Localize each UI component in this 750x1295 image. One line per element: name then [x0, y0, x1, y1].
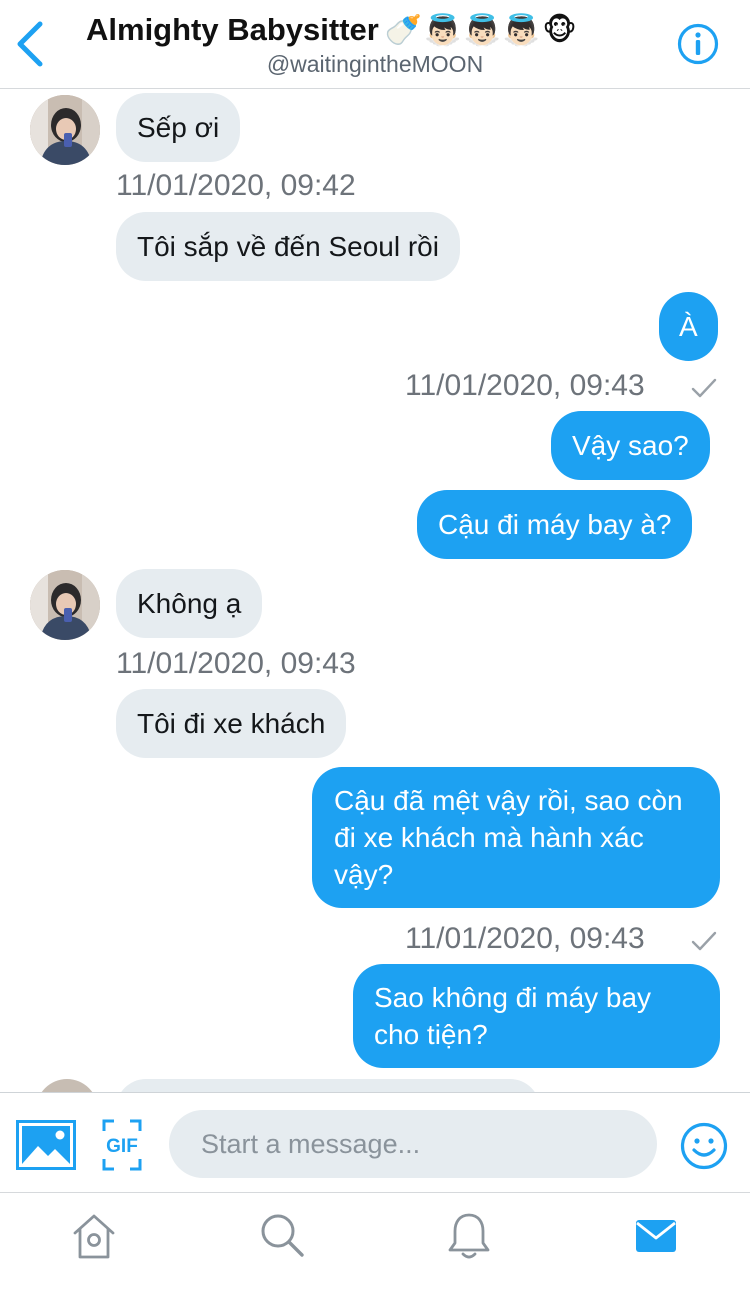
- message-bubble-outgoing[interactable]: Cậu đã mệt vậy rồi, sao còn đi xe khách …: [312, 767, 720, 908]
- message-composer: GIF: [0, 1092, 750, 1193]
- message-bubble-outgoing[interactable]: Cậu đi máy bay à?: [417, 490, 693, 559]
- message-timestamp: 11/01/2020, 09:43: [405, 922, 645, 955]
- svg-text:GIF: GIF: [106, 1136, 138, 1157]
- conversation-title: Almighty Babysitter 🍼👼🏻👼🏻👼🏻🐵: [86, 10, 666, 50]
- bottom-navigation: [0, 1192, 750, 1295]
- message-bubble-incoming[interactable]: Không ạ: [116, 569, 263, 638]
- image-icon: [16, 1120, 76, 1170]
- tab-notifications[interactable]: [445, 1211, 493, 1261]
- message-bubble-incoming[interactable]: [116, 1079, 540, 1092]
- check-icon: [691, 931, 717, 951]
- avatar[interactable]: [30, 570, 100, 640]
- conversation-header: Almighty Babysitter 🍼👼🏻👼🏻👼🏻🐵 @waitinginth…: [0, 0, 750, 89]
- message-bubble-outgoing[interactable]: À: [659, 292, 718, 361]
- search-icon: [261, 1214, 304, 1257]
- avatar[interactable]: [36, 1079, 98, 1092]
- check-icon: [691, 378, 717, 398]
- message-bubble-incoming[interactable]: Tôi sắp về đến Seoul rồi: [116, 212, 460, 281]
- message-timestamp: 11/01/2020, 09:43: [116, 647, 356, 680]
- avatar[interactable]: [30, 95, 100, 165]
- message-bubble-outgoing[interactable]: Sao không đi máy bay cho tiện?: [353, 964, 720, 1068]
- gif-button[interactable]: GIF: [102, 1119, 142, 1171]
- message-list[interactable]: Sếp ơi 11/01/2020, 09:42 Tôi sắp về đến …: [0, 89, 750, 1092]
- conversation-name-emoji: 🍼👼🏻👼🏻👼🏻🐵: [384, 14, 579, 47]
- tab-messages[interactable]: [632, 1211, 680, 1261]
- bell-icon: [448, 1213, 490, 1259]
- tab-search[interactable]: [258, 1211, 306, 1261]
- message-bubble-outgoing[interactable]: Vậy sao?: [551, 411, 710, 480]
- add-media-button[interactable]: [16, 1120, 76, 1170]
- gif-icon: GIF: [102, 1119, 142, 1171]
- message-bubble-incoming[interactable]: Tôi đi xe khách: [116, 689, 347, 758]
- message-bubble-incoming[interactable]: Sếp ơi: [116, 93, 241, 162]
- info-button[interactable]: [676, 22, 720, 66]
- message-input[interactable]: [169, 1110, 657, 1178]
- home-icon: [73, 1214, 115, 1259]
- emoji-button[interactable]: [680, 1122, 728, 1170]
- tab-home[interactable]: [70, 1211, 118, 1261]
- message-timestamp: 11/01/2020, 09:43: [405, 369, 645, 402]
- conversation-name: Almighty Babysitter: [86, 12, 379, 47]
- smiley-icon: [680, 1122, 728, 1170]
- info-icon: [677, 23, 719, 65]
- message-timestamp: 11/01/2020, 09:42: [116, 169, 356, 202]
- conversation-handle[interactable]: @waitingintheMOON: [0, 50, 750, 78]
- mail-icon: [636, 1220, 676, 1252]
